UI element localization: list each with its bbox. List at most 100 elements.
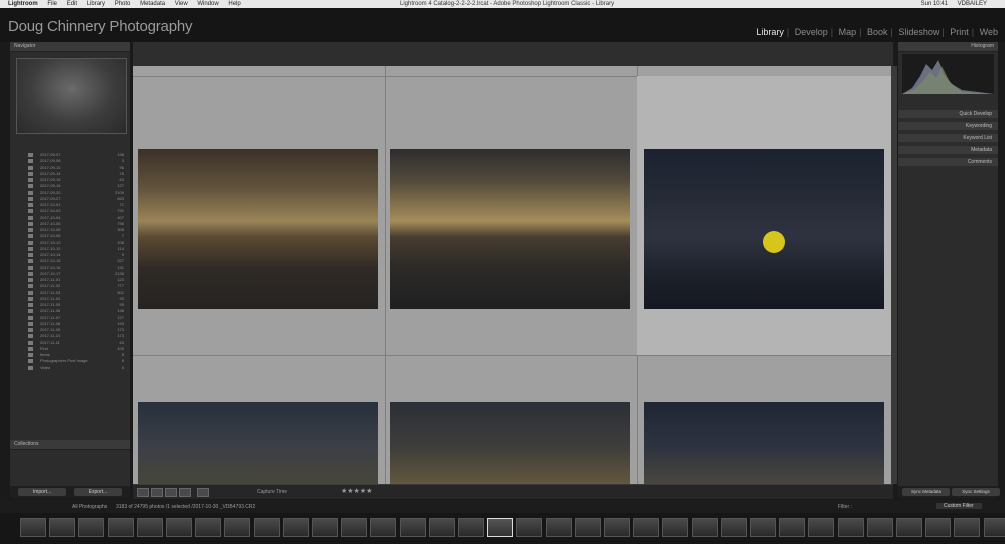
collections-header[interactable]: Collections — [10, 440, 130, 450]
export-button[interactable]: Export... — [74, 488, 122, 496]
filmstrip-thumbnail[interactable] — [341, 518, 368, 537]
grid-scrollbar[interactable] — [891, 66, 897, 484]
grid-cell-selected[interactable] — [637, 76, 891, 356]
folder-icon — [28, 240, 33, 245]
menu-window[interactable]: Window — [197, 1, 218, 7]
grid-view-icon[interactable] — [137, 488, 149, 497]
grid-cell[interactable] — [385, 355, 638, 484]
sync-settings-button[interactable]: Sync Settings — [952, 488, 1000, 496]
histogram-header[interactable]: Histogram — [898, 42, 998, 52]
menu-photo[interactable]: Photo — [115, 1, 131, 7]
right-panel: Histogram — [898, 42, 998, 486]
module-develop[interactable]: Develop — [795, 27, 828, 37]
module-print[interactable]: Print — [950, 27, 969, 37]
filmstrip-thumbnail[interactable] — [428, 518, 455, 537]
metadata-header[interactable]: Metadata — [898, 146, 998, 154]
filmstrip-thumbnail[interactable] — [633, 518, 660, 537]
filmstrip-thumbnail[interactable] — [750, 518, 776, 537]
filmstrip-thumbnail[interactable] — [604, 518, 630, 537]
folder-icon — [28, 365, 33, 370]
menu-library[interactable]: Library — [87, 1, 105, 7]
filmstrip-thumbnail[interactable] — [49, 518, 76, 537]
navigator-preview[interactable] — [16, 58, 127, 134]
filmstrip-thumbnail[interactable] — [545, 518, 572, 537]
compare-view-icon[interactable] — [165, 488, 177, 497]
menu-edit[interactable]: Edit — [67, 1, 77, 7]
filmstrip — [0, 513, 1005, 544]
keyword-list-header[interactable]: Keyword List — [898, 134, 998, 142]
menu-help[interactable]: Help — [228, 1, 240, 7]
photo-thumbnail[interactable] — [644, 402, 884, 484]
module-map[interactable]: Map — [839, 27, 857, 37]
filter-dropdown[interactable]: Custom Filter — [936, 503, 982, 509]
filmstrip-thumbnail[interactable] — [779, 518, 806, 537]
quick-develop-header[interactable]: Quick Develop — [898, 110, 998, 118]
filmstrip-thumbnail[interactable] — [253, 518, 280, 537]
filmstrip-source[interactable]: All Photographs — [72, 504, 107, 510]
filmstrip-thumbnail[interactable] — [662, 518, 689, 537]
menu-lightroom[interactable]: Lightroom — [8, 1, 38, 7]
module-book[interactable]: Book — [867, 27, 888, 37]
photo-thumbnail[interactable] — [138, 402, 378, 484]
filmstrip-thumbnail[interactable] — [808, 518, 835, 537]
photo-thumbnail[interactable] — [390, 149, 630, 309]
folder-count: 95 — [119, 302, 124, 307]
navigator-header[interactable]: Navigator — [10, 42, 130, 52]
filmstrip-thumbnail[interactable] — [399, 518, 426, 537]
module-web[interactable]: Web — [980, 27, 998, 37]
folder-icon — [28, 246, 33, 251]
filmstrip-thumbnail[interactable] — [224, 518, 251, 537]
filmstrip-thumbnail[interactable] — [574, 518, 601, 537]
photo-thumbnail[interactable] — [138, 149, 378, 309]
filmstrip-thumbnail[interactable] — [516, 518, 543, 537]
grid-cell[interactable] — [133, 76, 386, 356]
module-library[interactable]: Library — [756, 27, 784, 37]
menu-metadata[interactable]: Metadata — [140, 1, 165, 7]
filmstrip-thumbnail[interactable] — [312, 518, 338, 537]
photo-thumbnail[interactable] — [644, 149, 884, 309]
photo-thumbnail[interactable] — [390, 402, 630, 484]
folder-name: 2017-09-14 — [40, 170, 61, 176]
filmstrip-thumbnail[interactable] — [107, 518, 134, 537]
sync-metadata-button[interactable]: Sync Metadata — [902, 488, 950, 496]
user-name[interactable]: VDBAILEY — [958, 1, 987, 7]
folder-count: 100 — [117, 345, 124, 351]
folder-icon — [28, 184, 33, 189]
filmstrip-thumbnail[interactable] — [166, 518, 192, 537]
comments-header[interactable]: Comments — [898, 158, 998, 166]
filmstrip-thumbnail[interactable] — [720, 518, 747, 537]
filmstrip-thumbnail[interactable] — [983, 518, 1005, 537]
grid-cell[interactable] — [637, 355, 891, 484]
filmstrip-thumbnail[interactable] — [954, 518, 981, 537]
filmstrip-thumbnail[interactable] — [925, 518, 952, 537]
grid-cell[interactable] — [133, 355, 386, 484]
filmstrip-thumbnail[interactable] — [691, 518, 718, 537]
loupe-view-icon[interactable] — [151, 488, 163, 497]
filmstrip-thumbnail[interactable] — [896, 518, 922, 537]
people-view-icon[interactable] — [197, 488, 209, 497]
filmstrip-thumbnail[interactable] — [370, 518, 397, 537]
filmstrip-thumbnail[interactable] — [136, 518, 163, 537]
folder-icon — [28, 309, 33, 314]
sort-label[interactable]: Capture Time — [257, 489, 287, 495]
rating-stars[interactable]: ★★★★★ — [341, 487, 372, 495]
filmstrip-thumbnail[interactable] — [282, 518, 309, 537]
module-slideshow[interactable]: Slideshow — [898, 27, 939, 37]
folder-icon — [28, 321, 33, 326]
filmstrip-thumbnail[interactable] — [866, 518, 893, 537]
keywording-header[interactable]: Keywording — [898, 122, 998, 130]
library-filter-bar[interactable] — [133, 42, 893, 67]
filmstrip-thumbnail[interactable] — [837, 518, 864, 537]
filmstrip-thumbnail[interactable] — [20, 518, 46, 537]
filmstrip-thumbnail[interactable] — [78, 518, 105, 537]
folder-icon — [28, 265, 33, 270]
filmstrip-thumbnail[interactable] — [458, 518, 484, 537]
filmstrip-thumbnail[interactable] — [195, 518, 222, 537]
menu-view[interactable]: View — [175, 1, 188, 7]
folder-item[interactable]: Video 6 — [18, 365, 126, 371]
grid-cell[interactable] — [385, 76, 638, 356]
survey-view-icon[interactable] — [179, 488, 191, 497]
import-button[interactable]: Import... — [18, 488, 66, 496]
menu-file[interactable]: File — [47, 1, 57, 7]
filmstrip-thumbnail[interactable] — [487, 518, 514, 537]
